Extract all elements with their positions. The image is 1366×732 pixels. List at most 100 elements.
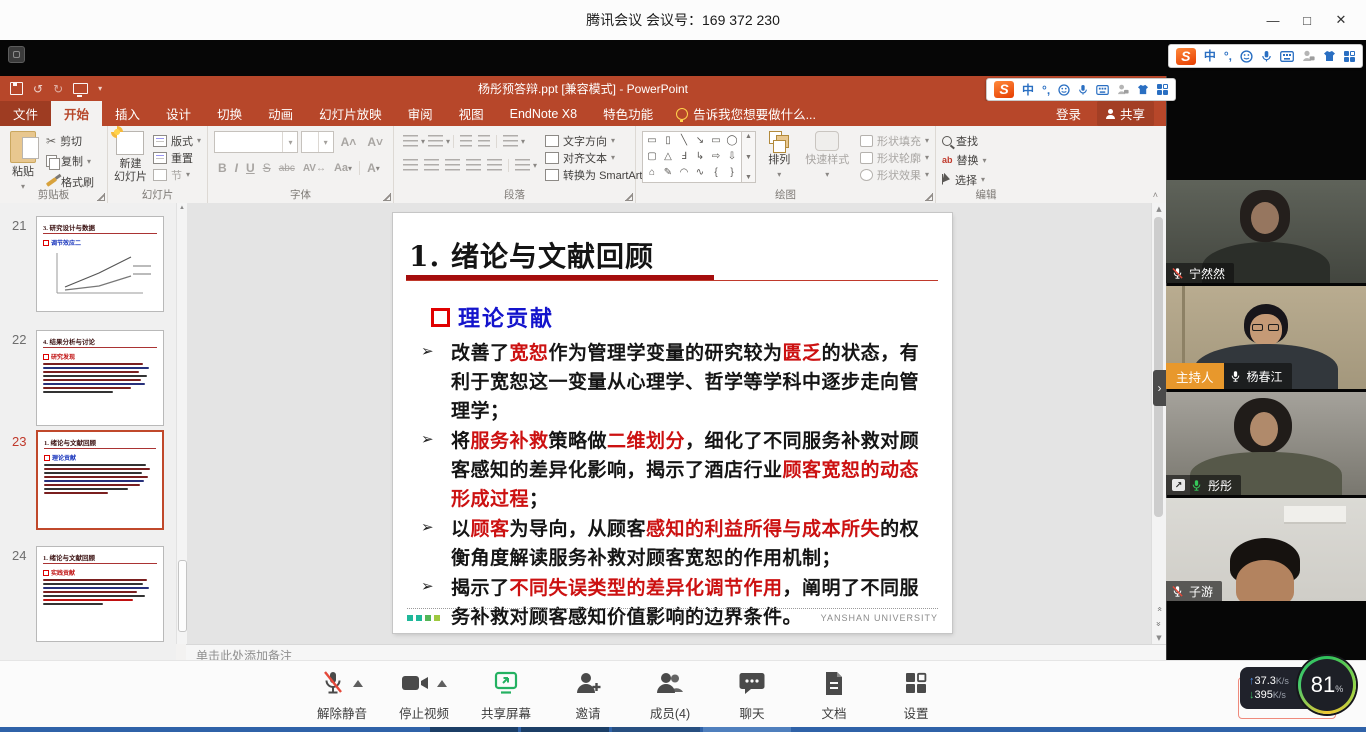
align-center-icon[interactable]: [424, 159, 439, 172]
scrollbar-thumb[interactable]: [178, 560, 187, 632]
select-button[interactable]: 选择▾: [942, 171, 1030, 188]
tab-home[interactable]: 开始: [51, 101, 102, 126]
increase-indent-icon[interactable]: [478, 135, 490, 148]
numbering-icon[interactable]: [428, 135, 443, 148]
font-name-combo[interactable]: ▾: [214, 131, 298, 153]
smartart-button[interactable]: 转换为 SmartArt▾: [545, 166, 650, 183]
bold-button[interactable]: B: [214, 159, 231, 177]
stop-video-button[interactable]: 停止视频: [398, 670, 450, 722]
share-screen-button[interactable]: 共享屏幕: [480, 670, 532, 722]
slide-thumbnail-23-selected[interactable]: 1. 绪论与文献回顾 理论贡献: [36, 430, 164, 530]
scrollbar-thumb[interactable]: [1154, 217, 1163, 517]
line-spacing-icon[interactable]: [503, 135, 518, 148]
tab-file[interactable]: 文件: [0, 101, 51, 126]
video-tile-yangchunjiang[interactable]: 主持人 杨春江: [1166, 286, 1366, 389]
ime-toolbar-floating[interactable]: S 中 °,: [986, 78, 1176, 101]
ime-emoji-icon[interactable]: [1058, 84, 1070, 96]
layout-button[interactable]: 版式▾: [153, 132, 201, 149]
dialog-launcher-icon[interactable]: [925, 193, 933, 201]
share-button[interactable]: 共享: [1097, 101, 1154, 126]
change-case-button[interactable]: Aa▾: [330, 159, 356, 177]
italic-button[interactable]: I: [231, 159, 242, 177]
slide-scrollbar[interactable]: ▲ « « ▼: [1151, 203, 1166, 644]
tab-design[interactable]: 设计: [153, 101, 204, 126]
ime-voice-icon[interactable]: [1078, 84, 1088, 96]
scroll-up-icon[interactable]: ▲: [177, 205, 187, 211]
slide-thumbnail-21[interactable]: 3. 研究设计与数据 调节效应二: [36, 216, 164, 312]
settings-button[interactable]: 设置: [890, 670, 942, 722]
scroll-up-icon[interactable]: ▲: [1152, 205, 1166, 213]
replace-button[interactable]: ab替换▾: [942, 152, 1030, 169]
ime-account-icon[interactable]: [1117, 84, 1129, 95]
align-right-icon[interactable]: [445, 159, 460, 172]
shape-outline-button[interactable]: 形状轮廓▾: [860, 149, 929, 166]
panel-collapse-icon[interactable]: ›: [1153, 370, 1166, 406]
taskbar-window-segment[interactable]: [612, 727, 700, 732]
find-button[interactable]: 查找: [942, 132, 1030, 149]
char-spacing-button[interactable]: AV↔: [299, 159, 330, 177]
slide-thumbnail-22[interactable]: 4. 结果分析与讨论 研究发现: [36, 330, 164, 426]
copy-button[interactable]: 复制▾: [46, 153, 94, 170]
close-button[interactable]: ✕: [1324, 0, 1358, 40]
ime-language-icon[interactable]: 中: [1022, 84, 1034, 96]
sogou-logo-icon[interactable]: S: [994, 81, 1014, 98]
tab-insert[interactable]: 插入: [102, 101, 153, 126]
text-direction-button[interactable]: 文字方向▾: [545, 132, 650, 149]
taskbar-window-segment[interactable]: [430, 727, 518, 732]
align-text-button[interactable]: 对齐文本▾: [545, 149, 650, 166]
shadow-button[interactable]: abc: [275, 159, 299, 177]
maximize-button[interactable]: □: [1290, 0, 1324, 40]
invite-button[interactable]: 邀请: [562, 670, 614, 722]
decrease-indent-icon[interactable]: [460, 135, 472, 148]
start-slideshow-icon[interactable]: [73, 83, 88, 94]
redo-icon[interactable]: ↻: [53, 82, 63, 96]
quick-styles-button[interactable]: 快速样式▾: [802, 131, 852, 180]
shape-gallery[interactable]: ▭▯╲↘▭◯ ▢△Ⅎ↳⇨⇩ ⌂✎◠∿{}: [642, 131, 742, 183]
taskbar-window-segment[interactable]: [521, 727, 609, 732]
tab-animations[interactable]: 动画: [255, 101, 306, 126]
customize-qat-icon[interactable]: ▾: [98, 84, 102, 93]
bullets-icon[interactable]: [403, 135, 418, 148]
slide-thumbnail-24[interactable]: 1. 绪论与文献回顾 实践贡献: [36, 546, 164, 642]
windows-taskbar-sliver[interactable]: [0, 727, 1366, 732]
ime-keyboard-icon[interactable]: [1096, 85, 1109, 95]
new-slide-button[interactable]: 新建 幻灯片: [114, 131, 147, 184]
font-size-combo[interactable]: ▾: [301, 131, 333, 153]
ime-punctuation-icon[interactable]: °,: [1042, 84, 1050, 96]
tab-special-features[interactable]: 特色功能: [590, 101, 666, 126]
previous-slide-icon[interactable]: «: [1152, 604, 1166, 614]
notes-pane[interactable]: 单击此处添加备注: [186, 644, 1166, 660]
strikethrough-button[interactable]: S: [259, 159, 275, 177]
underline-button[interactable]: U: [242, 159, 259, 177]
next-slide-icon[interactable]: «: [1152, 619, 1166, 629]
shape-effects-button[interactable]: 形状效果▾: [860, 166, 929, 183]
shape-fill-button[interactable]: 形状填充▾: [860, 132, 929, 149]
ime-skin-icon[interactable]: [1137, 84, 1149, 95]
font-color-button[interactable]: A▾: [363, 159, 384, 177]
section-button[interactable]: 节▾: [153, 166, 201, 183]
tab-review[interactable]: 审阅: [395, 101, 446, 126]
distribute-icon[interactable]: [487, 159, 502, 172]
collapse-ribbon-icon[interactable]: ˄: [1153, 190, 1158, 200]
tab-transitions[interactable]: 切换: [204, 101, 255, 126]
scroll-down-icon[interactable]: ▼: [1152, 634, 1166, 642]
undo-icon[interactable]: ↺: [33, 82, 43, 96]
cut-button[interactable]: ✂剪切: [46, 132, 94, 149]
save-icon[interactable]: [10, 82, 23, 95]
align-left-icon[interactable]: [403, 159, 418, 172]
thumbnail-scrollbar[interactable]: ▲: [176, 203, 187, 644]
video-tile-ziyou[interactable]: 子游: [1166, 498, 1366, 601]
camera-options-caret-icon[interactable]: [437, 680, 447, 687]
video-tile-tongtong[interactable]: ↗ 彤彤: [1166, 392, 1366, 495]
tab-endnote[interactable]: EndNote X8: [497, 101, 590, 126]
tab-view[interactable]: 视图: [446, 101, 497, 126]
tab-slideshow[interactable]: 幻灯片放映: [306, 101, 395, 126]
reset-button[interactable]: 重置: [153, 149, 201, 166]
dialog-launcher-icon[interactable]: [625, 193, 633, 201]
arrange-button[interactable]: 排列▾: [764, 131, 794, 180]
grow-font-button[interactable]: A˄: [337, 133, 361, 151]
dialog-launcher-icon[interactable]: [383, 193, 391, 201]
members-button[interactable]: 成员(4): [644, 670, 696, 722]
shape-gallery-scroll[interactable]: ▲▼▼: [742, 131, 756, 183]
paste-button[interactable]: 粘贴▾: [6, 131, 40, 192]
